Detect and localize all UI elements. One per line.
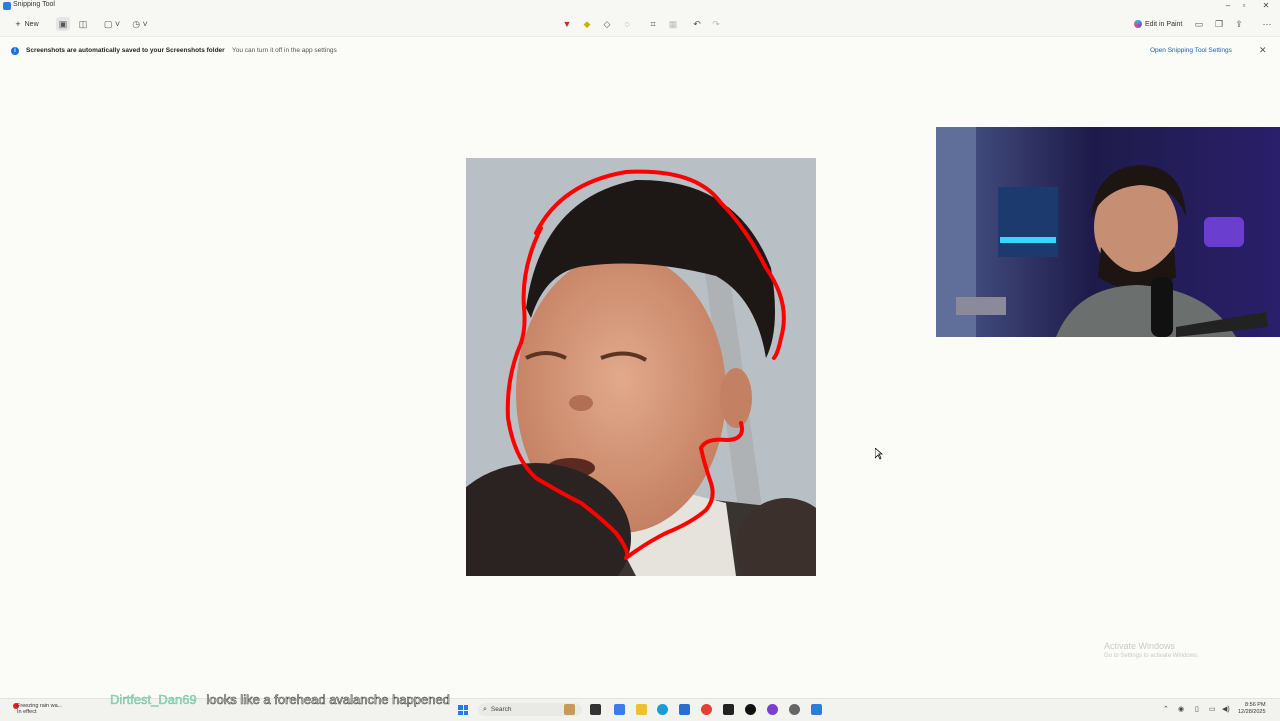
taskbar-clock[interactable]: 8:56 PM 12/28/2025 (1238, 702, 1266, 716)
toolbar: + New ▣ ◫ ▢ ˅ ◷ ˅ ▼ ◆ ◇ ◌ ⌗ ▦ ↶ ↷ Edit i… (0, 12, 1280, 37)
tray-app-icon[interactable]: ◉ (1178, 705, 1184, 713)
windows-start-icon[interactable] (458, 705, 468, 715)
edge-icon[interactable] (657, 704, 668, 715)
eraser-icon[interactable]: ◇ (601, 17, 613, 31)
copilot-icon[interactable] (614, 704, 625, 715)
chrome-icon[interactable] (701, 704, 712, 715)
watermark-title: Activate Windows (1104, 641, 1176, 651)
captured-screenshot[interactable] (466, 158, 816, 576)
settings-icon[interactable] (789, 704, 800, 715)
watermark-subtitle: Go to Settings to activate Windows. (1104, 653, 1199, 659)
edit-in-paint-label: Edit in Paint (1145, 20, 1183, 28)
search-placeholder: Search (490, 706, 512, 713)
maximize-icon[interactable]: ▫ (1234, 1, 1254, 10)
info-bar-title: Screenshots are automatically saved to y… (26, 47, 225, 54)
terminal-icon[interactable] (723, 704, 734, 715)
close-icon[interactable]: ✕ (1259, 45, 1267, 56)
weather-line2: In effect (17, 709, 37, 715)
webcam-overlay (936, 127, 1280, 337)
redo-icon[interactable]: ↷ (710, 17, 722, 31)
activate-windows-watermark: Activate Windows Go to Settings to activ… (1104, 641, 1199, 659)
task-view-icon[interactable] (590, 704, 601, 715)
more-icon[interactable]: ⋯ (1260, 17, 1274, 31)
snipping-tool-taskbar-icon[interactable] (811, 704, 822, 715)
chat-message: Dirtfest_Dan69 looks like a forehead ava… (110, 692, 450, 708)
chat-text: looks like a forehead avalanche happened (206, 692, 450, 708)
file-explorer-icon[interactable] (636, 704, 647, 715)
open-settings-link[interactable]: Open Snipping Tool Settings (1150, 47, 1232, 54)
chat-username: Dirtfest_Dan69 (110, 692, 197, 707)
new-icon: + (15, 19, 21, 29)
copy-icon[interactable]: ❐ (1213, 17, 1225, 31)
close-window-icon[interactable]: ✕ (1256, 1, 1276, 10)
screenshot-mode-icon[interactable]: ▣ (56, 17, 70, 31)
window-title: Snipping Tool (13, 1, 55, 8)
rectangle-mode-icon[interactable]: ▢ ˅ (102, 17, 122, 31)
store-icon[interactable] (679, 704, 690, 715)
undo-icon[interactable]: ↶ (691, 17, 703, 31)
save-icon[interactable]: ▭ (1193, 17, 1205, 31)
new-button-label: New (24, 20, 39, 28)
taskbar-app-widget-icon[interactable] (564, 704, 575, 715)
discord-icon[interactable] (767, 704, 778, 715)
cursor-icon (874, 447, 884, 465)
timer-icon[interactable]: ◷ ˅ (130, 17, 150, 31)
clock-time: 8:56 PM (1245, 702, 1266, 708)
paint-icon (1134, 20, 1142, 28)
share-icon[interactable]: ⇪ (1233, 17, 1245, 31)
clock-date: 12/28/2025 (1238, 709, 1266, 715)
new-button[interactable]: + New (10, 17, 44, 31)
lasso-icon[interactable]: ◌ (621, 17, 633, 31)
tray-overflow-icon[interactable]: ⌃ (1163, 705, 1169, 713)
ballpoint-pen-icon[interactable]: ▼ (561, 17, 573, 31)
search-icon: ⌕ (483, 705, 487, 713)
tray-mic-icon[interactable]: ▯ (1195, 705, 1199, 713)
title-bar: Snipping Tool – ▫ ✕ (0, 0, 1280, 12)
info-icon: i (11, 47, 19, 55)
snipping-tool-icon (3, 2, 11, 10)
network-icon[interactable]: ▭ (1209, 705, 1216, 713)
volume-icon[interactable]: ◀) (1222, 705, 1230, 713)
info-bar-text: You can turn it off in the app settings (232, 47, 337, 54)
weather-widget[interactable]: Freezing rain wa... In effect (17, 703, 62, 715)
info-bar: i Screenshots are automatically saved to… (0, 44, 1280, 58)
highlighter-icon[interactable]: ◆ (581, 17, 593, 31)
obs-icon[interactable] (745, 704, 756, 715)
edit-in-paint-button[interactable]: Edit in Paint (1134, 17, 1182, 31)
crop-icon[interactable]: ⌗ (647, 17, 659, 31)
text-actions-icon[interactable]: ▦ (667, 17, 679, 31)
video-mode-icon[interactable]: ◫ (76, 17, 90, 31)
